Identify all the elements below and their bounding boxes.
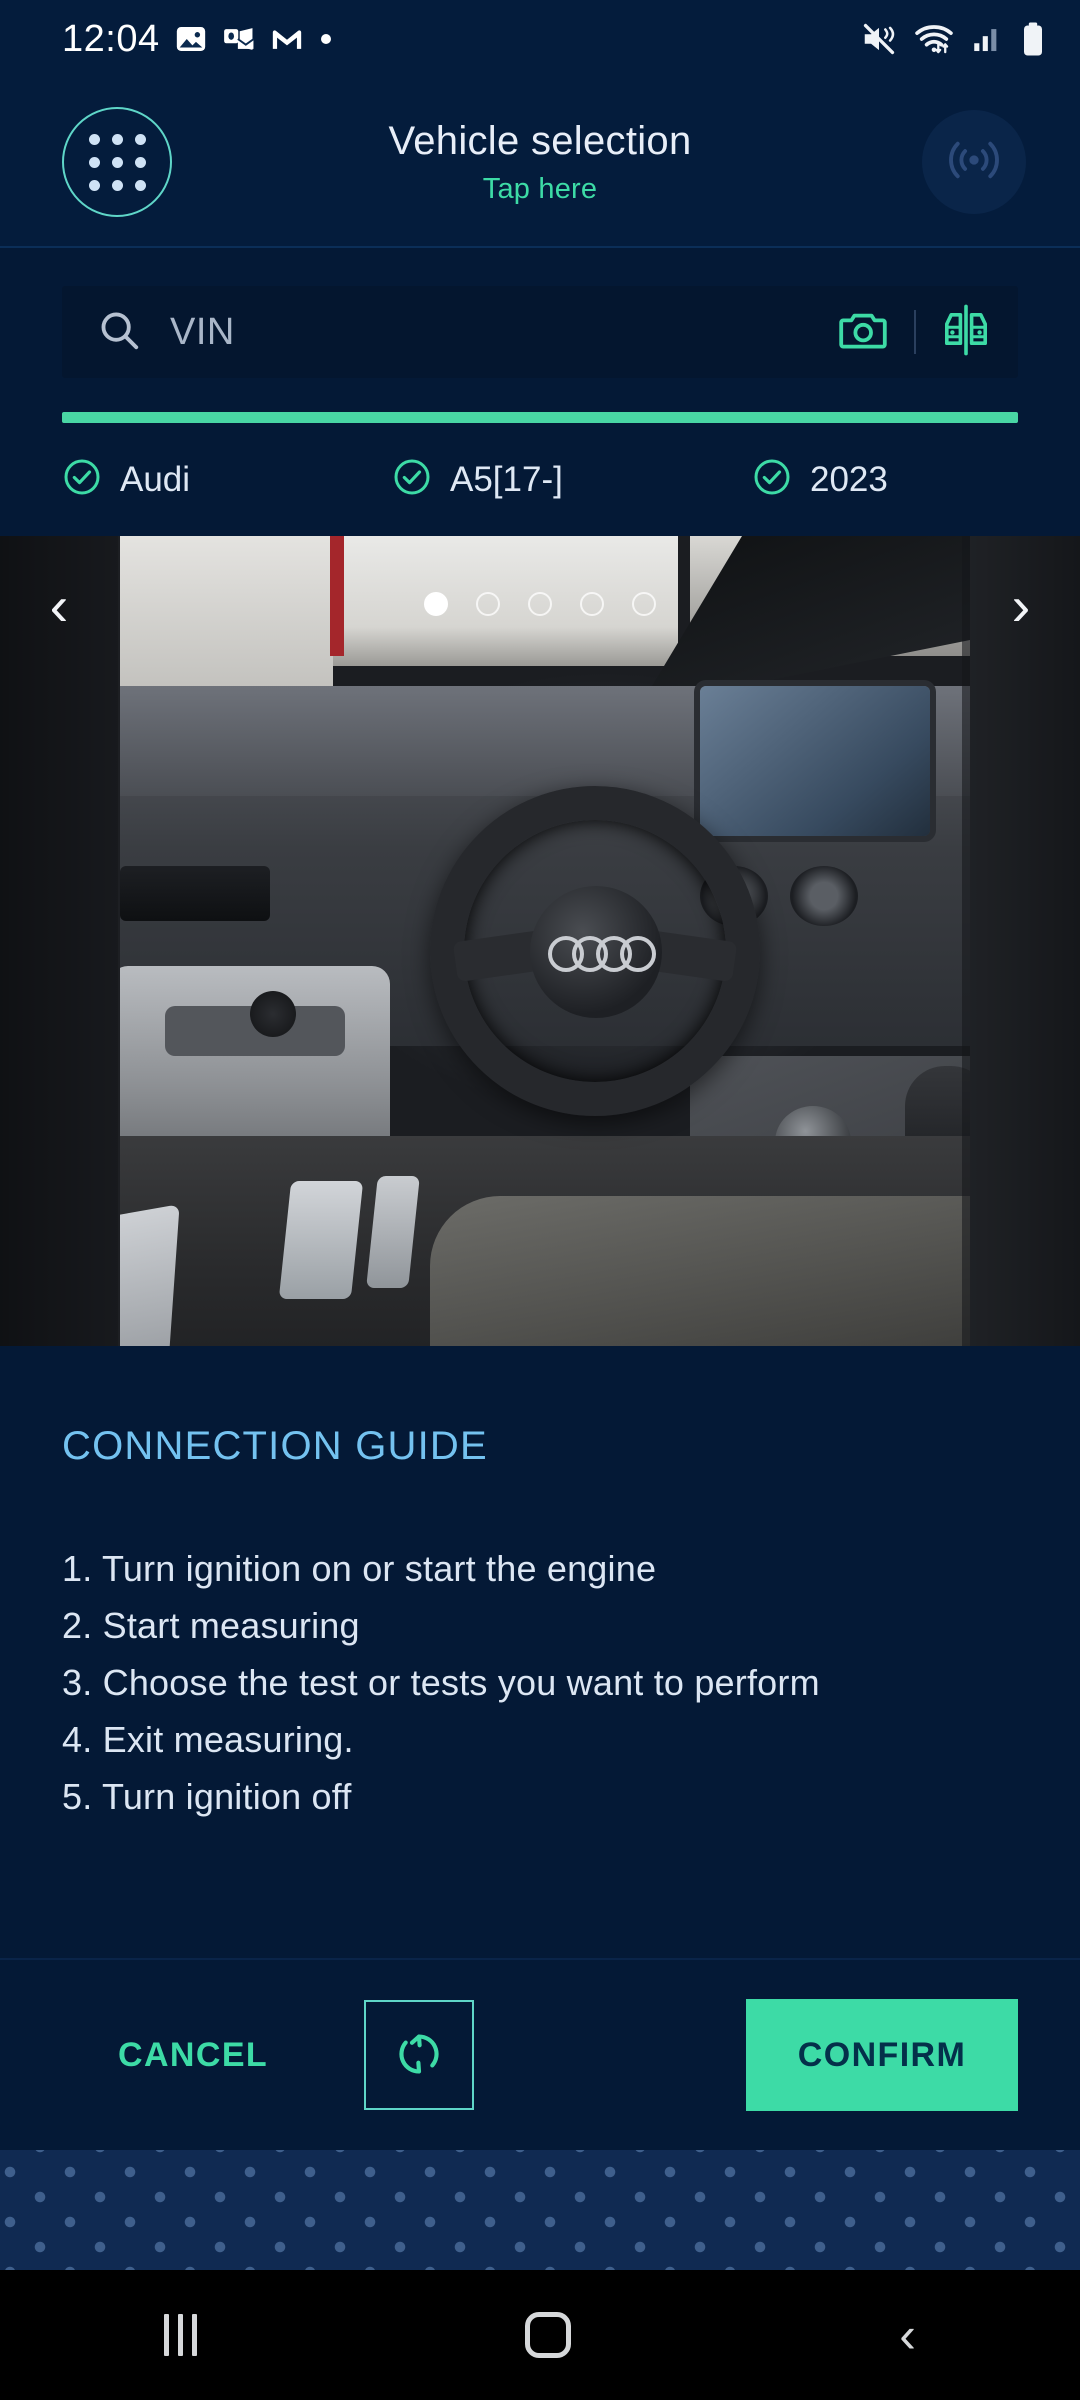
search-actions [838, 302, 992, 363]
connection-guide-title: CONNECTION GUIDE [62, 1424, 488, 1468]
chevron-left-icon: ‹ [49, 574, 69, 637]
guide-step: 4. Exit measuring. [62, 1718, 354, 1760]
wifi-icon [914, 20, 954, 58]
carousel-dot[interactable] [632, 592, 656, 616]
photos-icon [174, 22, 208, 56]
camera-icon[interactable] [838, 304, 890, 361]
selection-label: A5[17-] [450, 459, 563, 499]
progress-track [62, 412, 1018, 423]
refresh-icon [392, 2027, 446, 2084]
confirm-button[interactable]: CONFIRM [746, 1999, 1018, 2111]
recents-icon[interactable] [164, 2314, 198, 2356]
wireless-signal-icon [943, 129, 1005, 196]
selection-label: 2023 [810, 459, 888, 499]
chevron-right-icon: › [1011, 574, 1031, 637]
action-bar: CANCEL CONFIRM [0, 1958, 1080, 2150]
app-header: Vehicle selection Tap here [0, 78, 1080, 248]
home-icon[interactable] [525, 2312, 572, 2358]
battery-icon [1020, 21, 1046, 57]
vehicle-compare-icon[interactable] [940, 302, 992, 363]
check-circle-icon [392, 457, 432, 502]
carousel-dot[interactable] [424, 592, 448, 616]
guide-step: 2. Start measuring [62, 1604, 360, 1646]
connection-guide-section: CONNECTION GUIDE 1. Turn ignition on or … [0, 1346, 1080, 1958]
status-bar-right [860, 20, 1046, 58]
back-icon[interactable]: ‹ [899, 2310, 916, 2360]
status-bar-left: 12:04 [62, 18, 334, 61]
android-navigation-bar: ‹ [0, 2270, 1080, 2400]
selection-item-year[interactable]: 2023 [752, 457, 888, 502]
carousel-prev-button[interactable]: ‹ [0, 536, 118, 1346]
selection-label: Audi [120, 459, 191, 499]
vin-search-bar[interactable]: VIN [62, 286, 1018, 378]
outlook-icon [222, 22, 256, 56]
check-circle-icon [62, 457, 102, 502]
action-divider [914, 310, 916, 354]
check-circle-icon [752, 457, 792, 502]
gmail-icon [270, 22, 304, 56]
guide-step: 5. Turn ignition off [62, 1775, 352, 1817]
carousel-next-button[interactable]: › [962, 536, 1080, 1346]
decorative-dot-band [0, 2150, 1080, 2270]
mute-vibrate-icon [860, 20, 898, 58]
vehicle-image-carousel[interactable]: ‹ › [0, 536, 1080, 1346]
carousel-dot[interactable] [476, 592, 500, 616]
search-section: VIN [0, 248, 1080, 378]
carousel-dot[interactable] [528, 592, 552, 616]
cellular-signal-icon [970, 22, 1004, 56]
status-time: 12:04 [62, 17, 160, 60]
selection-item-make[interactable]: Audi [62, 457, 392, 502]
progress-fill [62, 412, 1018, 423]
status-bar: 12:04 [0, 0, 1080, 78]
connection-guide-list: 1. Turn ignition on or start the engine 2… [62, 1541, 1018, 1825]
cancel-button[interactable]: CANCEL [118, 2036, 268, 2075]
selection-summary: Audi A5[17-] 2023 [0, 423, 1080, 502]
guide-step: 3. Choose the test or tests you want to … [62, 1661, 820, 1703]
carousel-dot[interactable] [580, 592, 604, 616]
selection-progress [0, 378, 1080, 423]
dot-indicator [318, 31, 334, 47]
search-icon [96, 307, 142, 358]
refresh-button[interactable] [364, 2000, 475, 2110]
guide-step: 1. Turn ignition on or start the engine [62, 1548, 657, 1589]
carousel-dots[interactable] [424, 592, 656, 616]
grid-menu-button[interactable] [62, 107, 172, 217]
connection-status-button[interactable] [922, 110, 1026, 214]
search-input[interactable]: VIN [170, 311, 235, 354]
app-screen: 12:04 Vehicle selection Tap here VIN Aud… [0, 0, 1080, 2400]
grid-menu-icon [88, 133, 146, 191]
selection-item-model[interactable]: A5[17-] [392, 457, 752, 502]
vehicle-interior-photo [0, 536, 1080, 1346]
